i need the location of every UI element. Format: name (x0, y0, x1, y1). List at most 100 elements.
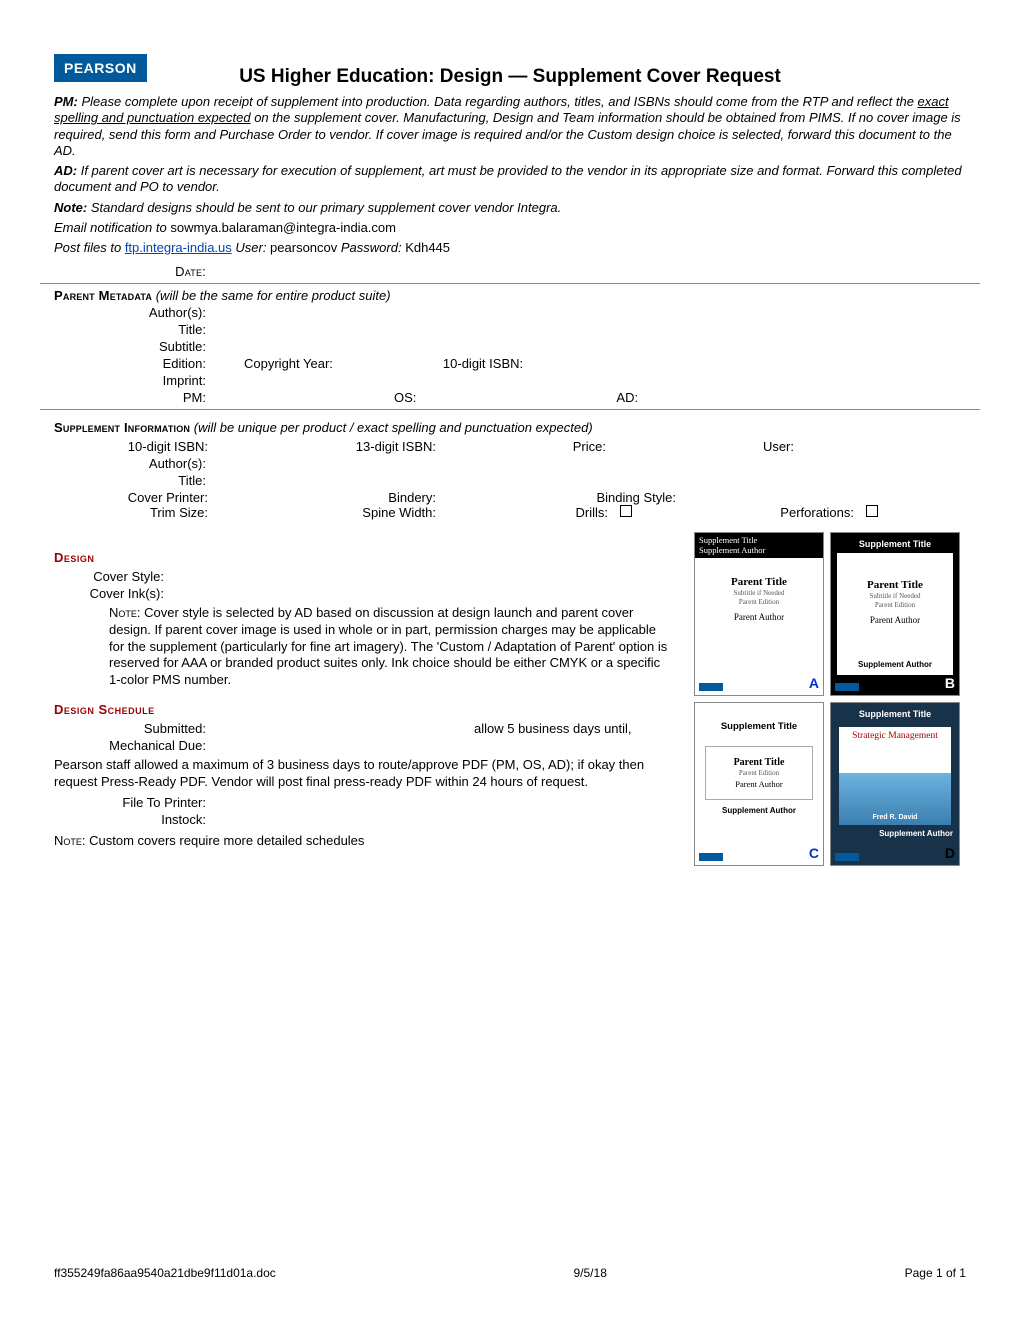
divider-2 (40, 409, 980, 410)
ad-text: If parent cover art is necessary for exe… (54, 163, 962, 194)
design-note: Note: Cover style is selected by AD base… (54, 605, 676, 688)
design-note-lead: Note (109, 605, 137, 620)
si-authors-label: Author(s): (54, 456, 214, 471)
si-isbn13-label: 13-digit ISBN: (282, 439, 440, 454)
b-subtitle: Subtitle if Needed (837, 592, 953, 600)
mech-due-label: Mechanical Due: (54, 738, 214, 753)
c-box: Parent Title Parent Edition Parent Autho… (705, 746, 813, 800)
a-parent-author: Parent Author (695, 612, 823, 622)
a-supp-title: Supplement Title (699, 535, 819, 545)
user-lbl: User: (232, 240, 267, 255)
ftp-line: Post files to ftp.integra-india.us User:… (54, 240, 966, 256)
d-author: Fred R. David (839, 814, 951, 821)
supp-info-note: (will be unique per product / exact spel… (190, 420, 593, 435)
isbn10-label: 10-digit ISBN: (443, 356, 523, 371)
pm-t1: Please complete upon receipt of suppleme… (78, 94, 918, 109)
date-label: Date: (54, 264, 214, 279)
page: PEARSON US Higher Education: Design — Su… (0, 0, 1020, 1320)
si-isbn10-label: 10-digit ISBN: (54, 439, 212, 454)
custom-note-text: : Custom covers require more detailed sc… (82, 833, 365, 848)
design-left: Design Cover Style: Cover Ink(s): Note: … (54, 536, 676, 866)
cover-style-c: Supplement Title Parent Title Parent Edi… (694, 702, 824, 866)
ftp-pre: Post files to (54, 240, 125, 255)
c-edition: Parent Edition (710, 769, 808, 777)
design-area: Design Cover Style: Cover Ink(s): Note: … (54, 536, 966, 866)
c-parent-author: Parent Author (710, 779, 808, 789)
pm-lead: PM: (54, 94, 78, 109)
a-edition: Parent Edition (695, 598, 823, 606)
a-parent-title: Parent Title (695, 576, 823, 588)
b-edition: Parent Edition (837, 601, 953, 609)
schedule-para: Pearson staff allowed a maximum of 3 bus… (54, 757, 676, 791)
note-lead: Note: (54, 200, 87, 215)
perforations-checkbox[interactable] (866, 505, 878, 517)
parent-meta-label: Parent Metadata (54, 288, 152, 303)
c-supp-title: Supplement Title (695, 721, 823, 732)
b-tag: B (945, 675, 955, 691)
d-tag: D (945, 845, 955, 861)
a-subtitle: Subtitle if Needed (695, 589, 823, 597)
si-title-label: Title: (54, 473, 214, 488)
perforations-label: Perforations: (738, 505, 858, 520)
intro-block: PM: Please complete upon receipt of supp… (54, 94, 966, 256)
footer-filename: ff355249fa86aa9540a21dbe9f11d01a.doc (54, 1266, 276, 1280)
page-footer: ff355249fa86aa9540a21dbe9f11d01a.doc 9/5… (54, 1266, 966, 1280)
instock-label: Instock: (54, 812, 214, 827)
drills-label: Drills: (510, 505, 612, 520)
ad-lead: AD: (54, 163, 77, 178)
binding-style-label: Binding Style: (510, 490, 680, 505)
cover-thumbnails: Supplement Title Supplement Author Paren… (694, 532, 966, 866)
user-val: pearsoncov (266, 240, 340, 255)
authors-label: Author(s): (54, 305, 214, 320)
os-label: OS: (394, 390, 416, 405)
c-pearson-mark (699, 853, 723, 861)
trim-size-label: Trim Size: (54, 505, 212, 520)
parent-metadata-section: Parent Metadata (will be the same for en… (54, 288, 966, 405)
parent-meta-note: (will be the same for entire product sui… (152, 288, 390, 303)
copyright-year-label: Copyright Year: (244, 356, 333, 371)
design-schedule-head: Design Schedule (54, 702, 676, 717)
si-price-label: Price: (510, 439, 610, 454)
allow5-text: allow 5 business days until, (474, 721, 632, 736)
intro-note: Note: Standard designs should be sent to… (54, 200, 966, 216)
footer-page: Page 1 of 1 (905, 1266, 966, 1280)
pwd-val: Kdh445 (402, 240, 450, 255)
d-supp-title: Supplement Title (831, 703, 959, 719)
cover-style-a: Supplement Title Supplement Author Paren… (694, 532, 824, 696)
b-supp-title: Supplement Title (831, 539, 959, 549)
b-parent-author: Parent Author (837, 615, 953, 625)
drills-checkbox[interactable] (620, 505, 632, 517)
cover-ink-label: Cover Ink(s): (42, 586, 172, 601)
pwd-lbl: Password: (341, 240, 402, 255)
c-parent-title: Parent Title (710, 757, 808, 768)
imprint-label: Imprint: (54, 373, 214, 388)
c-supp-author: Supplement Author (695, 806, 823, 815)
subtitle-label: Subtitle: (54, 339, 214, 354)
cover-printer-label: Cover Printer: (54, 490, 212, 505)
email-line: Email notification to sowmya.balaraman@i… (54, 220, 966, 236)
bindery-label: Bindery: (282, 490, 440, 505)
page-title: US Higher Education: Design — Supplement… (54, 66, 966, 88)
supp-info-label: Supplement Information (54, 420, 190, 435)
design-head: Design (54, 550, 676, 565)
design-note-text: : Cover style is selected by AD based on… (109, 605, 667, 687)
d-supp-author: Supplement Author (831, 825, 959, 838)
a-tag: A (809, 675, 819, 691)
a-bar: Supplement Title Supplement Author (695, 533, 823, 557)
intro-ad: AD: If parent cover art is necessary for… (54, 163, 966, 196)
note-text: Standard designs should be sent to our p… (87, 200, 561, 215)
parent-meta-head: Parent Metadata (will be the same for en… (54, 288, 966, 303)
d-card: Strategic Management Fred R. David (839, 727, 951, 825)
d-strategic: Strategic Management (839, 727, 951, 741)
a-pearson-mark (699, 683, 723, 691)
cover-style-d: Supplement Title Strategic Management Fr… (830, 702, 960, 866)
c-tag: C (809, 845, 819, 861)
supplement-info-section: Supplement Information (will be unique p… (54, 420, 966, 520)
ftp-link[interactable]: ftp.integra-india.us (125, 240, 232, 255)
spine-width-label: Spine Width: (282, 505, 440, 520)
divider-1 (40, 283, 980, 284)
cover-style-b: Supplement Title Parent Title Subtitle i… (830, 532, 960, 696)
b-supp-author: Supplement Author (837, 660, 953, 669)
si-user-label: User: (738, 439, 798, 454)
pearson-logo: PEARSON (54, 54, 147, 82)
